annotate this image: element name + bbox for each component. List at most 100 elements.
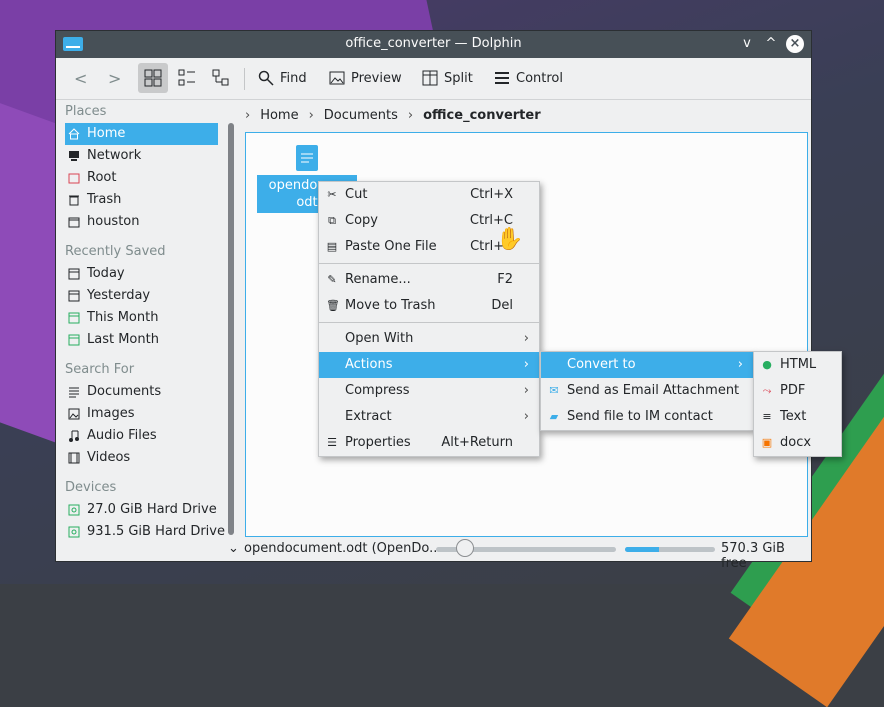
sidebar-item-label: Trash xyxy=(87,192,122,207)
sidebar-item-network[interactable]: Network xyxy=(56,145,228,167)
sidebar-item-label: 931.5 GiB Hard Drive xyxy=(87,524,225,539)
sidebar-item-documents[interactable]: Documents xyxy=(56,381,228,403)
breadcrumb-documents[interactable]: Documents xyxy=(324,108,398,123)
control-button[interactable]: Control xyxy=(488,63,569,93)
rename-icon: ✎ xyxy=(327,273,337,286)
sidebar-item-images[interactable]: Images xyxy=(56,403,228,425)
icons-view-button[interactable] xyxy=(138,63,168,93)
globe-icon: ● xyxy=(762,358,772,371)
menu-item-label: Actions xyxy=(345,357,393,372)
preview-button[interactable]: Preview xyxy=(323,63,408,93)
control-label: Control xyxy=(516,70,563,86)
menu-item-label: Convert to xyxy=(567,357,636,372)
sidebar-item-label: Network xyxy=(87,148,142,163)
places-header: Places xyxy=(65,104,107,119)
menu-item-move-to-trash[interactable]: 🗑 Move to Trash Del xyxy=(319,293,539,319)
image-icon xyxy=(68,408,80,420)
document-icon xyxy=(69,387,79,398)
back-button[interactable]: < xyxy=(68,63,93,93)
music-icon xyxy=(69,430,79,442)
menu-item-actions[interactable]: Actions › xyxy=(319,352,539,378)
breadcrumb-current[interactable]: office_converter xyxy=(423,108,541,123)
menu-item-cut[interactable]: ✂ Cut Ctrl+X xyxy=(319,182,539,208)
menu-item-open-with[interactable]: Open With › xyxy=(319,326,539,352)
menu-item-shortcut: Del xyxy=(491,298,513,313)
network-icon xyxy=(69,151,79,161)
menu-item-properties[interactable]: ☰ Properties Alt+Return xyxy=(319,430,539,456)
menu-item-pdf[interactable]: ⤳ PDF xyxy=(754,378,841,404)
chevron-right-icon: › xyxy=(523,357,529,372)
menu-item-compress[interactable]: Compress › xyxy=(319,378,539,404)
title-bar[interactable]: office_converter — Dolphin v ^ × xyxy=(56,31,811,58)
menu-item-rename[interactable]: ✎ Rename... F2 xyxy=(319,267,539,293)
menu-item-label: Compress xyxy=(345,383,410,398)
sidebar-item-last-month[interactable]: Last Month xyxy=(56,329,228,351)
sidebar-item-trash[interactable]: Trash xyxy=(56,189,228,211)
menu-item-convert-to[interactable]: Convert to › xyxy=(541,352,753,378)
sidebar-item-home[interactable]: Home xyxy=(65,123,218,145)
breadcrumb-home[interactable]: Home xyxy=(260,108,298,123)
paste-icon: ▤ xyxy=(326,240,338,253)
cut-icon: ✂ xyxy=(327,188,337,201)
menu-item-docx[interactable]: ▣ docx xyxy=(754,430,841,456)
split-view-icon xyxy=(422,70,438,86)
sidebar-item-label: Images xyxy=(87,406,135,421)
sidebar-item-houston[interactable]: houston xyxy=(56,211,228,233)
menu-separator xyxy=(319,322,539,323)
menu-item-extract[interactable]: Extract › xyxy=(319,404,539,430)
preview-label: Preview xyxy=(351,70,402,86)
zoom-slider-handle[interactable] xyxy=(455,539,474,557)
chevron-right-icon: › xyxy=(523,331,529,346)
icons-view-icon xyxy=(144,69,162,87)
compact-view-icon xyxy=(178,69,195,86)
menu-item-label: docx xyxy=(780,435,812,450)
sidebar-item-audio[interactable]: Audio Files xyxy=(56,425,228,447)
chat-icon: ▰ xyxy=(549,410,559,423)
sidebar-item-today[interactable]: Today xyxy=(56,263,228,285)
recent-header: Recently Saved xyxy=(65,244,166,259)
root-folder-icon xyxy=(68,173,80,184)
copy-icon: ⧉ xyxy=(328,214,336,227)
sidebar-item-label: Today xyxy=(87,266,125,281)
menu-item-send-email[interactable]: ✉ Send as Email Attachment xyxy=(541,378,753,404)
sidebar-item-label: Home xyxy=(87,126,126,141)
sidebar-item-drive-931[interactable]: 931.5 GiB Hard Drive xyxy=(56,521,228,543)
close-button[interactable]: × xyxy=(786,35,804,53)
sidebar-item-videos[interactable]: Videos xyxy=(56,447,228,469)
sidebar-item-drive-27[interactable]: 27.0 GiB Hard Drive xyxy=(56,499,228,521)
maximize-button[interactable]: ^ xyxy=(762,35,780,53)
split-button[interactable]: Split xyxy=(416,63,479,93)
sidebar-item-root[interactable]: Root xyxy=(56,167,228,189)
window-title: office_converter — Dolphin xyxy=(345,36,522,51)
menu-item-send-im[interactable]: ▰ Send file to IM contact xyxy=(541,404,753,430)
search-header: Search For xyxy=(65,362,135,377)
odt-file-icon xyxy=(296,145,318,171)
menu-item-html[interactable]: ● HTML xyxy=(754,352,841,378)
menu-item-label: Send as Email Attachment xyxy=(567,383,740,398)
find-button[interactable]: Find xyxy=(252,63,313,93)
sidebar-item-label: Yesterday xyxy=(87,288,151,303)
sidebar-item-this-month[interactable]: This Month xyxy=(56,307,228,329)
sidebar-scrollbar[interactable] xyxy=(228,123,234,535)
drive-icon xyxy=(68,526,80,538)
menu-item-label: Text xyxy=(780,409,807,424)
minimize-button[interactable]: v xyxy=(738,35,756,53)
back-arrow-icon: < xyxy=(74,68,88,88)
menu-item-text[interactable]: ≡ Text xyxy=(754,404,841,430)
properties-icon: ☰ xyxy=(327,436,337,449)
hamburger-menu-icon xyxy=(495,72,509,84)
details-view-button[interactable] xyxy=(206,63,236,93)
menu-item-shortcut: Alt+Return xyxy=(441,435,513,450)
chevron-down-icon[interactable]: ⌄ xyxy=(228,541,239,556)
sidebar-item-label: 27.0 GiB Hard Drive xyxy=(87,502,217,517)
chevron-right-icon: › xyxy=(407,107,414,123)
forward-button[interactable]: > xyxy=(102,63,127,93)
chevron-right-icon: › xyxy=(523,383,529,398)
trash-icon xyxy=(69,195,79,206)
menu-item-label: Extract xyxy=(345,409,392,424)
compact-view-button[interactable] xyxy=(172,63,202,93)
calendar-icon xyxy=(68,334,80,346)
sidebar-item-yesterday[interactable]: Yesterday xyxy=(56,285,228,307)
convert-submenu: ● HTML ⤳ PDF ≡ Text ▣ docx xyxy=(753,351,842,457)
context-menu: ✂ Cut Ctrl+X ⧉ Copy Ctrl+C ▤ Paste One F… xyxy=(318,181,540,457)
